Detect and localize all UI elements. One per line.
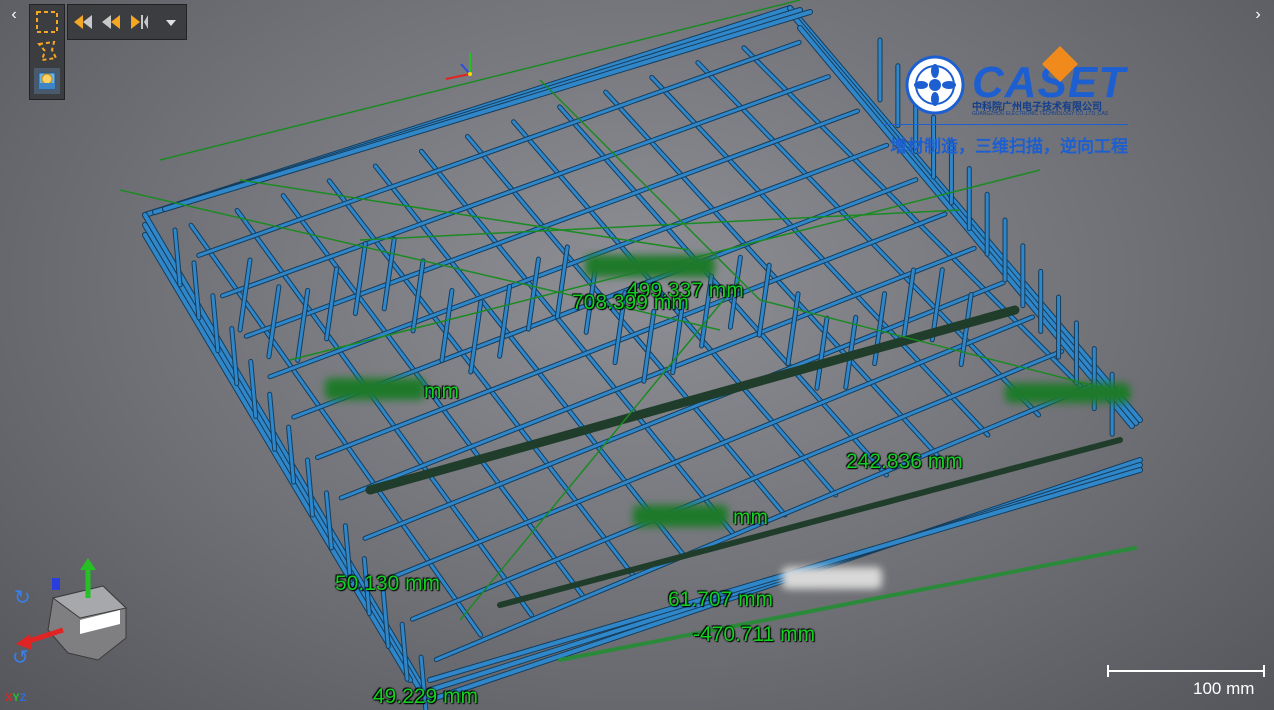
measurement-label[interactable]: 708.399 mm (572, 291, 689, 315)
wire-rod (466, 135, 787, 517)
cas-emblem-icon (905, 55, 965, 115)
wire-rod (163, 10, 812, 211)
measurement-label[interactable]: 242.836 mm (846, 450, 963, 474)
collapse-left-arrow[interactable]: ‹ (6, 6, 22, 24)
wire-rod (555, 245, 569, 319)
z-axis-label: Z (19, 692, 27, 704)
scale-bar (1107, 665, 1265, 677)
rotate-ccw-icon: ↻ (14, 585, 31, 609)
measurement-label[interactable]: mm (733, 506, 768, 530)
y-axis-label: Y (12, 692, 20, 704)
redacted-label (325, 378, 425, 400)
expand-right-arrow[interactable]: › (1250, 6, 1266, 24)
selection-toolbar (29, 4, 65, 100)
wire-rod (786, 292, 800, 366)
logo-slogan: 增材制造，三维扫描，逆向工程 (890, 137, 1128, 156)
lasso-select-icon[interactable] (34, 38, 60, 64)
wire-rod (143, 223, 422, 692)
axis-labels: XYZ (5, 692, 26, 704)
measurement-label[interactable]: 49.229 mm (373, 685, 478, 709)
logo-star-mark (1042, 46, 1078, 82)
align-right-icon[interactable] (128, 9, 150, 35)
redacted-label (1005, 383, 1130, 403)
dropdown-chevron-icon[interactable] (160, 9, 182, 35)
scale-bar-label: 100 mm (1193, 679, 1255, 698)
axis-triad-small (445, 53, 472, 80)
align-left-icon[interactable] (72, 9, 94, 35)
wire-rod (197, 40, 801, 257)
redacted-label (633, 505, 728, 527)
measurement-label[interactable]: 61.707 mm (668, 588, 773, 612)
measurement-label[interactable]: -470.711 mm (693, 623, 815, 647)
logo-divider (883, 124, 1128, 125)
align-toolbar (67, 4, 187, 40)
view-cube-icon[interactable] (34, 68, 60, 94)
logo-subtitle-en: GUANGZHOU ELECTRONIC TECHNOLOGY CO.,LTD.… (972, 111, 1109, 117)
wire-rod (235, 208, 533, 617)
redacted-label (585, 255, 715, 277)
rectangle-select-icon[interactable] (34, 9, 60, 35)
wire-rod (382, 237, 396, 311)
redacted-label (782, 567, 882, 589)
measurement-label[interactable]: 50.130 mm (335, 572, 440, 596)
rotate-cw-icon: ↺ (12, 645, 29, 668)
orientation-gizmo[interactable]: ↻ ↺ (8, 558, 133, 668)
measurement-label[interactable]: mm (424, 380, 459, 404)
align-center-icon[interactable] (100, 9, 122, 35)
